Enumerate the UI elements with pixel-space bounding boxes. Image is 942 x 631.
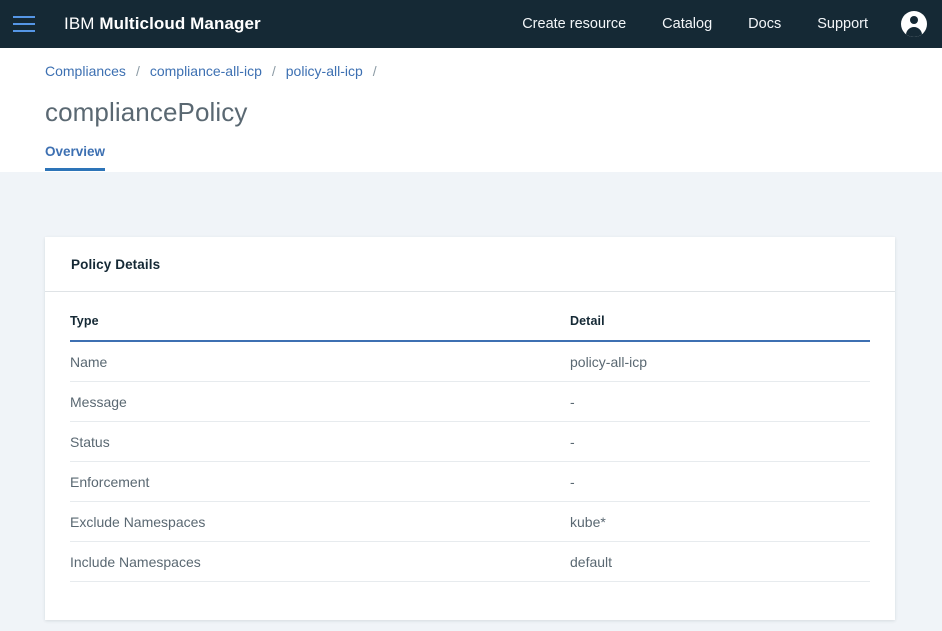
hamburger-bar — [13, 30, 35, 32]
cell-type: Enforcement — [70, 461, 570, 502]
user-avatar-button[interactable] — [886, 0, 942, 48]
card-title: Policy Details — [71, 257, 161, 272]
table-body: Name policy-all-icp Message - Status - E… — [70, 341, 870, 582]
top-navigation: Create resource Catalog Docs Support — [504, 0, 942, 48]
cell-type: Include Namespaces — [70, 541, 570, 582]
app-brand[interactable]: IBM Multicloud Manager — [64, 14, 261, 34]
nav-support[interactable]: Support — [799, 0, 886, 48]
table-row: Status - — [70, 421, 870, 462]
card-header: Policy Details — [45, 237, 895, 292]
nav-docs[interactable]: Docs — [730, 0, 799, 48]
table-row: Exclude Namespaces kube* — [70, 501, 870, 542]
breadcrumb-item-policy-all-icp[interactable]: policy-all-icp — [286, 63, 363, 79]
nav-catalog[interactable]: Catalog — [644, 0, 730, 48]
table-row: Include Namespaces default — [70, 541, 870, 582]
table-row: Name policy-all-icp — [70, 341, 870, 382]
breadcrumb-separator: / — [135, 63, 140, 79]
user-avatar-icon — [901, 11, 927, 37]
cell-detail: policy-all-icp — [570, 341, 870, 382]
policy-details-table: Type Detail Name policy-all-icp Message … — [70, 314, 870, 582]
cell-detail: - — [570, 381, 870, 422]
hamburger-menu-icon[interactable] — [0, 0, 48, 48]
breadcrumb: Compliances / compliance-all-icp / polic… — [45, 48, 942, 82]
column-header-detail: Detail — [570, 314, 870, 342]
table-header-row: Type Detail — [70, 314, 870, 342]
hamburger-bar — [13, 16, 35, 18]
cell-detail: - — [570, 461, 870, 502]
breadcrumb-item-compliances[interactable]: Compliances — [45, 63, 126, 79]
tab-overview[interactable]: Overview — [45, 144, 106, 172]
breadcrumb-separator: / — [372, 63, 377, 79]
tab-bar: Overview — [45, 144, 942, 172]
breadcrumb-item-compliance-all-icp[interactable]: compliance-all-icp — [150, 63, 262, 79]
column-header-type: Type — [70, 314, 570, 342]
hamburger-bar — [13, 23, 35, 25]
cell-type: Name — [70, 341, 570, 382]
cell-detail: kube* — [570, 501, 870, 542]
page-title: compliancePolicy — [45, 97, 248, 127]
brand-name: Multicloud Manager — [99, 14, 261, 33]
main-content: Policy Details Type Detail Name policy-a… — [0, 172, 942, 620]
card-body: Type Detail Name policy-all-icp Message … — [45, 292, 895, 612]
nav-create-resource[interactable]: Create resource — [504, 0, 644, 48]
table-head: Type Detail — [70, 314, 870, 342]
page-header: Compliances / compliance-all-icp / polic… — [0, 48, 942, 172]
cell-type: Message — [70, 381, 570, 422]
top-header-bar: IBM Multicloud Manager Create resource C… — [0, 0, 942, 48]
table-row: Enforcement - — [70, 461, 870, 502]
breadcrumb-separator: / — [271, 63, 276, 79]
cell-detail: default — [570, 541, 870, 582]
policy-details-card: Policy Details Type Detail Name policy-a… — [45, 237, 895, 620]
cell-type: Status — [70, 421, 570, 462]
cell-type: Exclude Namespaces — [70, 501, 570, 542]
table-row: Message - — [70, 381, 870, 422]
brand-prefix: IBM — [64, 14, 95, 33]
cell-detail: - — [570, 421, 870, 462]
